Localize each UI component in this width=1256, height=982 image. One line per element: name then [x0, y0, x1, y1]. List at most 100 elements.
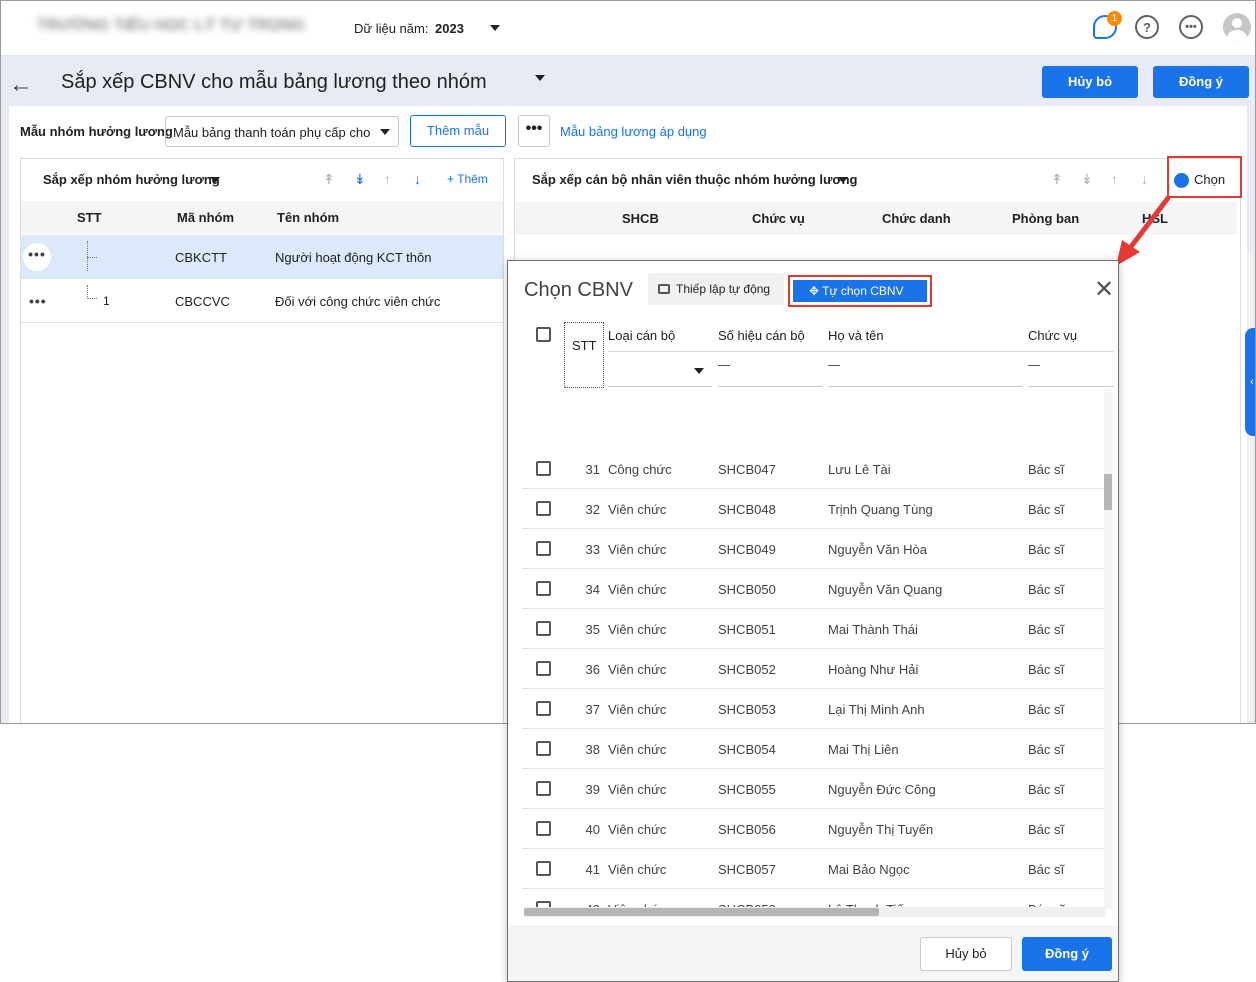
add-template-button[interactable]: Thêm mẫu — [410, 115, 506, 147]
more-icon[interactable]: ••• — [1179, 15, 1203, 39]
table-row[interactable]: 35 Viên chức SHCB051 Mai Thành Thái Bác sĩ — [522, 609, 1104, 649]
type-filter[interactable] — [608, 355, 712, 387]
column-header: Chức danh — [882, 211, 951, 226]
row-position: Bác sĩ — [1028, 462, 1065, 477]
row-checkbox[interactable] — [536, 661, 551, 676]
table-row[interactable]: 38 Viên chức SHCB054 Mai Thị Liên Bác sĩ — [522, 729, 1104, 769]
school-name: TRƯỜNG TIỂU HỌC LÝ TỰ TRỌNG — [37, 17, 305, 34]
row-type: Viên chức — [608, 582, 667, 597]
chevron-down-icon[interactable] — [210, 177, 220, 183]
row-code: SHCB053 — [718, 702, 776, 717]
row-name: Nguyễn Văn Quang — [828, 582, 943, 597]
row-menu-icon[interactable]: ••• — [29, 293, 47, 309]
row-stt: 31 — [585, 462, 600, 477]
row-stt: 35 — [585, 622, 600, 637]
column-header: Chức vụ — [752, 211, 805, 226]
row-code: SHCB056 — [718, 822, 776, 837]
row-checkbox[interactable] — [536, 541, 551, 556]
sort-down-icon[interactable]: ↓ — [414, 171, 421, 187]
row-stt: 41 — [585, 862, 600, 877]
table-row[interactable]: 32 Viên chức SHCB048 Trịnh Quang Tùng Bác sĩ — [522, 489, 1104, 529]
back-arrow-icon[interactable]: ← — [9, 71, 33, 99]
employee-grid: STT Loại cán bộ Số hiệu cán bộ Họ và tên… — [522, 319, 1114, 919]
table-row[interactable]: 36 Viên chức SHCB052 Hoàng Như Hải Bác sĩ — [522, 649, 1104, 689]
row-stt: 40 — [585, 822, 600, 837]
scrollbar-thumb[interactable] — [1104, 474, 1112, 510]
row-stt: 38 — [585, 742, 600, 757]
row-checkbox[interactable] — [536, 501, 551, 516]
sort-up-icon[interactable]: ↑ — [384, 171, 391, 187]
ok-button[interactable]: Đồng ý — [1153, 66, 1249, 98]
grid-horizontal-scrollbar[interactable] — [524, 907, 1106, 917]
group-name: Đối với công chức viên chức — [275, 294, 441, 309]
row-position: Bác sĩ — [1028, 862, 1065, 877]
row-checkbox[interactable] — [536, 701, 551, 716]
more-button[interactable]: ••• — [518, 115, 550, 147]
row-checkbox[interactable] — [536, 861, 551, 876]
group-code: CBKCTT — [175, 250, 227, 265]
year-dropdown-icon[interactable] — [490, 25, 500, 31]
row-checkbox[interactable] — [536, 621, 551, 636]
row-checkbox[interactable] — [536, 741, 551, 756]
sort-top-icon[interactable]: ↟ — [323, 171, 335, 188]
cancel-button[interactable]: Hủy bỏ — [1042, 66, 1138, 98]
tab-manual-label: Tự chọn CBNV — [822, 284, 904, 298]
row-checkbox[interactable] — [536, 781, 551, 796]
sort-bottom-icon[interactable]: ↡ — [1081, 171, 1093, 188]
tab-manual-select[interactable]: ✥ Tự chọn CBNV — [793, 280, 927, 302]
group-template-select[interactable]: Mẫu bảng thanh toán phụ cấp cho — [165, 116, 399, 147]
avatar[interactable] — [1223, 13, 1251, 41]
column-header: Họ và tên — [828, 328, 884, 343]
row-stt: 34 — [585, 582, 600, 597]
dialog-title: Chọn CBNV — [524, 279, 633, 301]
close-icon[interactable]: ✕ — [1094, 275, 1114, 304]
dialog-cancel-button[interactable]: Hủy bỏ — [920, 937, 1012, 971]
row-code: SHCB052 — [718, 662, 776, 677]
row-type: Viên chức — [608, 622, 667, 637]
applied-template-link[interactable]: Mẫu bảng lương áp dụng — [560, 124, 707, 139]
row-stt: 37 — [585, 702, 600, 717]
year-value[interactable]: 2023 — [435, 21, 464, 36]
row-checkbox[interactable] — [536, 581, 551, 596]
name-filter[interactable] — [828, 355, 1022, 387]
select-all-checkbox[interactable] — [536, 327, 551, 342]
row-stt: 39 — [585, 782, 600, 797]
choose-button[interactable]: Chọn — [1194, 172, 1225, 187]
group-template-value: Mẫu bảng thanh toán phụ cấp cho — [173, 125, 371, 140]
group-stt: 1 — [103, 294, 110, 308]
row-position: Bác sĩ — [1028, 662, 1065, 677]
row-name: Mai Thành Thái — [828, 622, 918, 637]
table-row[interactable]: 40 Viên chức SHCB056 Nguyễn Thị Tuyến Bác sĩ — [522, 809, 1104, 849]
column-header: Số hiệu cán bộ — [718, 328, 805, 343]
help-icon[interactable]: ? — [1135, 15, 1159, 39]
row-checkbox[interactable] — [536, 821, 551, 836]
table-row[interactable]: 37 Viên chức SHCB053 Lại Thị Minh Anh Bác sĩ — [522, 689, 1104, 729]
scrollbar-thumb[interactable] — [524, 908, 879, 916]
title-dropdown-icon[interactable] — [535, 75, 545, 81]
table-row[interactable]: 39 Viên chức SHCB055 Nguyễn Đức Công Bác sĩ — [522, 769, 1104, 809]
chevron-down-icon[interactable] — [838, 177, 848, 183]
row-name: Mai Bảo Ngọc — [828, 862, 910, 877]
sort-up-icon[interactable]: ↑ — [1111, 171, 1118, 187]
dialog-ok-button[interactable]: Đồng ý — [1022, 937, 1112, 971]
table-row[interactable]: 33 Viên chức SHCB049 Nguyễn Văn Hòa Bác sĩ — [522, 529, 1104, 569]
table-row[interactable]: 34 Viên chức SHCB050 Nguyễn Văn Quang Bác sĩ — [522, 569, 1104, 609]
user-add-icon[interactable] — [1174, 173, 1189, 188]
tab-manual-highlight: ✥ Tự chọn CBNV — [788, 275, 932, 307]
page-scrollbar[interactable] — [1247, 251, 1253, 721]
row-menu-icon[interactable]: ••• — [23, 243, 51, 271]
position-filter[interactable] — [1028, 355, 1114, 387]
row-code: SHCB054 — [718, 742, 776, 757]
grid-vertical-scrollbar[interactable] — [1104, 389, 1112, 909]
table-row[interactable]: 41 Viên chức SHCB057 Mai Bảo Ngọc Bác sĩ — [522, 849, 1104, 889]
sort-down-icon[interactable]: ↓ — [1141, 171, 1148, 187]
sort-bottom-icon[interactable]: ↡ — [354, 171, 366, 188]
column-header: Mã nhóm — [177, 210, 235, 225]
row-checkbox[interactable] — [536, 461, 551, 476]
tab-auto-setup[interactable]: Thiếp lập tự động — [648, 273, 784, 305]
side-collapse-tab[interactable]: ‹ — [1245, 328, 1255, 436]
code-filter[interactable] — [718, 355, 822, 387]
table-row[interactable]: 31 Công chức SHCB047 Lưu Lê Tài Bác sĩ — [522, 449, 1104, 489]
sort-top-icon[interactable]: ↟ — [1051, 171, 1063, 188]
add-group-button[interactable]: + Thêm — [447, 172, 488, 186]
